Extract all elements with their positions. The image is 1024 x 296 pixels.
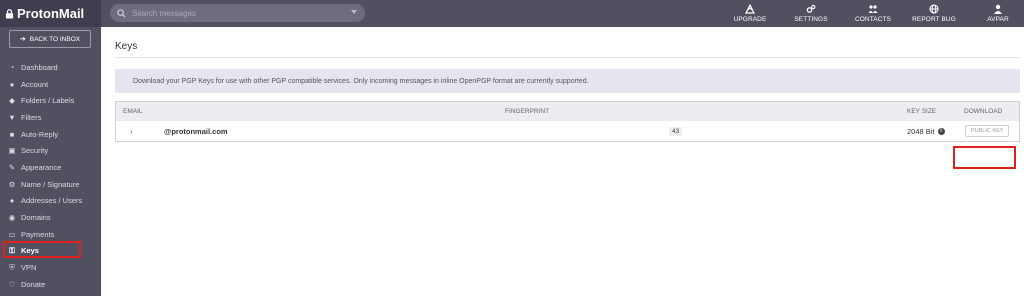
- sidebar-item-filters[interactable]: ▼ Filters: [0, 109, 101, 126]
- page-title: Keys: [115, 41, 138, 52]
- top-bar: ProtonMail UPGRADE SETTINGS CONTACTS REP…: [0, 0, 1024, 27]
- gears-icon: [806, 4, 816, 13]
- search-bar[interactable]: [110, 4, 365, 22]
- brush-icon: ✎: [8, 162, 16, 172]
- header-key-size: KEY SIZE: [907, 108, 937, 115]
- key-size: 2048 Bit i: [907, 121, 945, 141]
- title-divider: [115, 57, 1020, 58]
- header-download: DOWNLOAD: [964, 108, 1003, 115]
- download-cell: PUBLIC KEY: [965, 121, 1010, 141]
- tag-icon: ◆: [9, 96, 15, 106]
- folder-icon: ■: [9, 129, 15, 139]
- expand-chevron-icon[interactable]: ›: [130, 121, 133, 141]
- shield-icon: ⛨: [9, 262, 15, 272]
- key-email: @protonmail.com: [164, 126, 228, 136]
- dashboard-icon: ◔: [9, 62, 15, 72]
- user-icon: [994, 4, 1002, 14]
- table-row[interactable]: › @protonmail.com 43 2048 Bit i PUBLIC K…: [116, 121, 1019, 141]
- table-header: EMAIL FINGERPRINT KEY SIZE DOWNLOAD: [116, 102, 1019, 121]
- header-fingerprint: FINGERPRINT: [505, 108, 550, 115]
- info-alert: Download your PGP Keys for use with othe…: [115, 69, 1020, 93]
- sidebar-item-account[interactable]: ● Account: [0, 76, 101, 93]
- settings-sidebar: ➔ BACK TO INBOX ◔ Dashboard ● Account ◆ Fol…: [0, 27, 101, 296]
- users-icon: ●: [9, 196, 15, 206]
- card-icon: ▭: [8, 229, 16, 239]
- arrow-left-icon: ➔: [19, 36, 26, 43]
- key-fingerprint: 43: [669, 121, 683, 141]
- protonmail-logo[interactable]: ProtonMail: [0, 0, 101, 27]
- nav-user-account[interactable]: AVPAR: [983, 0, 1013, 27]
- sidebar-item-addresses-users[interactable]: ● Addresses / Users: [0, 193, 101, 210]
- sidebar-item-appearance[interactable]: ✎ Appearance: [0, 159, 101, 176]
- header-email: EMAIL: [123, 108, 143, 115]
- upgrade-icon: [745, 4, 755, 14]
- gear-icon: ⚙: [8, 179, 16, 189]
- keys-table: EMAIL FINGERPRINT KEY SIZE DOWNLOAD › @p…: [115, 101, 1020, 142]
- public-key-highlight-box: [953, 146, 1016, 169]
- lock-logo-icon: [5, 8, 14, 18]
- nav-report-bug[interactable]: REPORT BUG: [911, 0, 957, 27]
- sidebar-item-folders-labels[interactable]: ◆ Folders / Labels: [0, 92, 101, 109]
- keys-highlight-box: [3, 241, 81, 258]
- globe-icon: [929, 4, 939, 14]
- globe-icon: ◉: [8, 213, 16, 223]
- sidebar-item-donate[interactable]: ♡ Donate: [0, 276, 101, 293]
- sidebar-item-name-signature[interactable]: ⚙ Name / Signature: [0, 176, 101, 193]
- sidebar-item-security[interactable]: ▣ Security: [0, 142, 101, 159]
- user-icon: ●: [9, 79, 15, 89]
- info-icon[interactable]: i: [937, 127, 945, 135]
- logo-text: ProtonMail: [17, 6, 85, 21]
- download-public-key-button[interactable]: PUBLIC KEY: [965, 125, 1010, 137]
- main-content: Keys Download your PGP Keys for use with…: [101, 27, 1024, 296]
- nav-contacts[interactable]: CONTACTS: [853, 0, 893, 27]
- filter-icon: ▼: [8, 112, 16, 122]
- nav-upgrade[interactable]: UPGRADE: [731, 0, 769, 27]
- search-options-chevron-icon[interactable]: [351, 10, 357, 14]
- nav-settings[interactable]: SETTINGS: [792, 0, 830, 27]
- sidebar-item-domains[interactable]: ◉ Domains: [0, 209, 101, 226]
- search-input[interactable]: [132, 8, 347, 18]
- search-icon: [117, 8, 126, 18]
- sidebar-item-vpn[interactable]: ⛨ VPN: [0, 259, 101, 276]
- lock-icon: ▣: [8, 146, 16, 156]
- sidebar-item-auto-reply[interactable]: ■ Auto-Reply: [0, 126, 101, 143]
- sidebar-item-dashboard[interactable]: ◔ Dashboard: [0, 59, 101, 76]
- contacts-icon: [868, 5, 878, 13]
- back-to-inbox-button[interactable]: ➔ BACK TO INBOX: [9, 30, 91, 48]
- heart-icon: ♡: [8, 279, 16, 289]
